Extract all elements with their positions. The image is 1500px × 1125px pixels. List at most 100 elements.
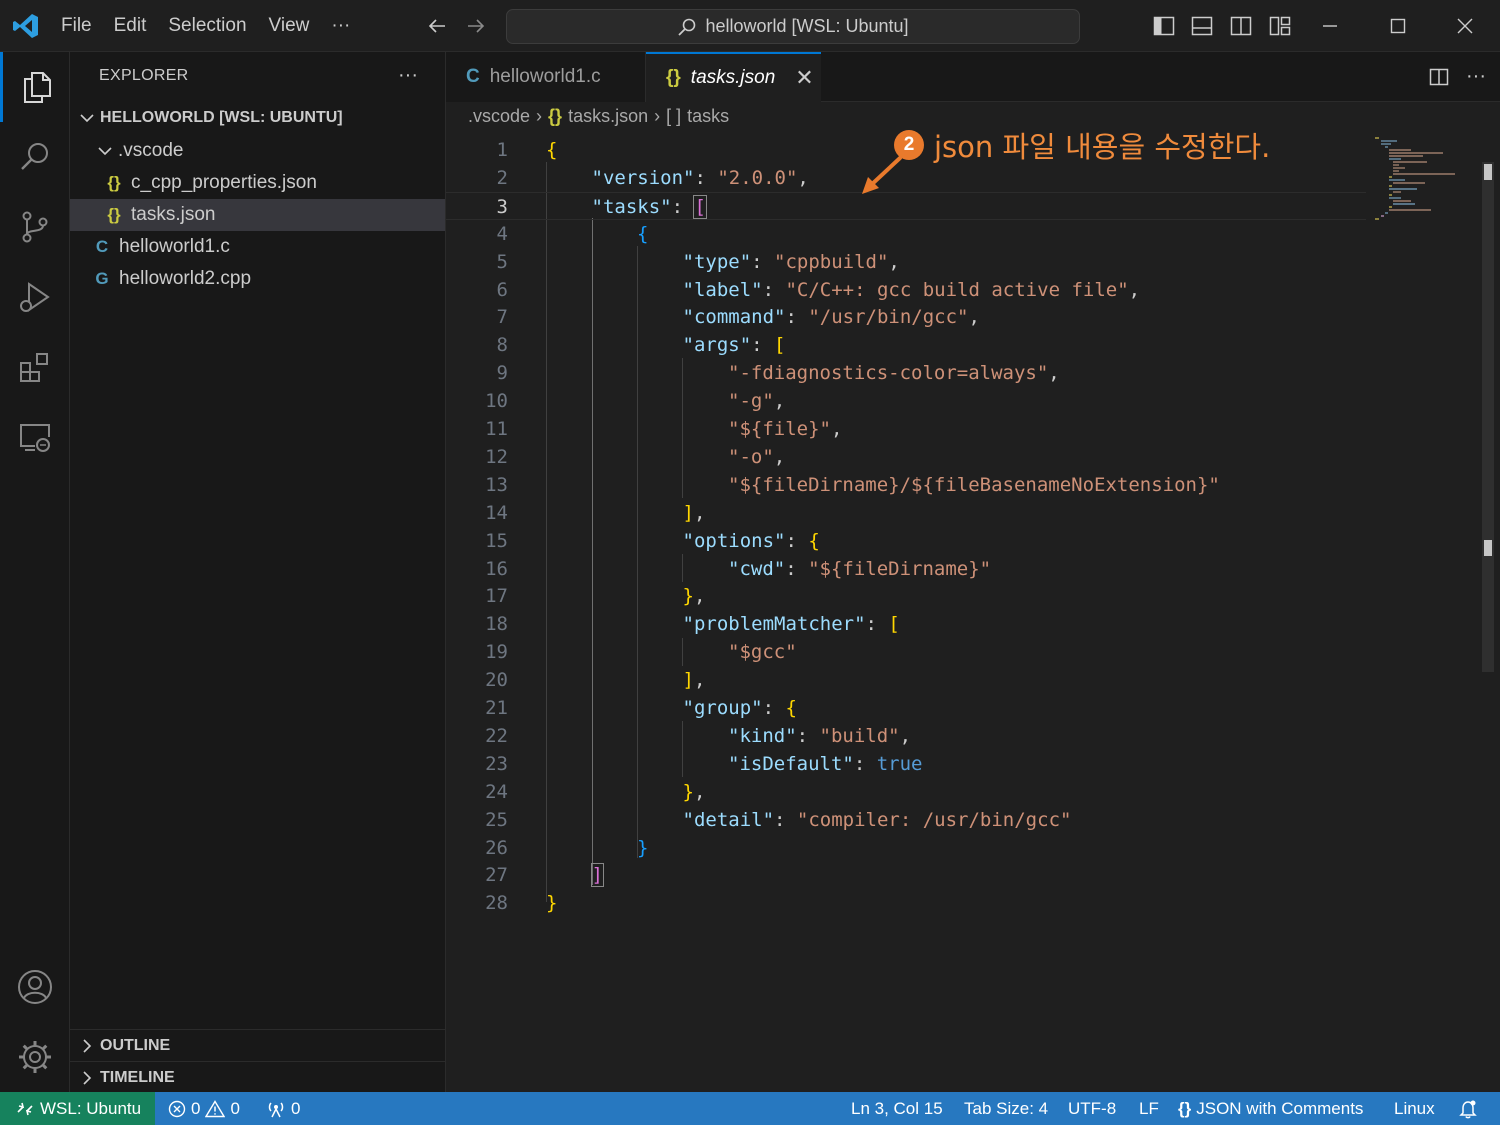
code-line[interactable]: 25 "detail": "compiler: /usr/bin/gcc"	[446, 806, 1366, 834]
code-text: "tasks": [	[591, 194, 707, 219]
extensions-icon[interactable]	[0, 332, 70, 402]
code-line[interactable]: 12 "-o",	[446, 443, 1366, 471]
account-icon[interactable]	[0, 952, 70, 1022]
chevron-right-icon: ›	[654, 106, 661, 126]
source-control-icon[interactable]	[0, 192, 70, 262]
forward-arrow-icon[interactable]	[464, 14, 488, 38]
code-line[interactable]: 4{	[446, 220, 1366, 248]
editor-scrollbar[interactable]	[1482, 162, 1494, 672]
close-window-icon[interactable]	[1449, 10, 1481, 42]
run-debug-icon[interactable]	[0, 262, 70, 332]
search-icon[interactable]	[0, 122, 70, 192]
menu-selection[interactable]: Selection	[157, 9, 257, 43]
code-line[interactable]: 18 "problemMatcher": [	[446, 610, 1366, 638]
remote-explorer-icon[interactable]	[0, 402, 70, 472]
code-line[interactable]: 17},	[446, 582, 1366, 610]
maximize-icon[interactable]	[1382, 10, 1414, 42]
workspace-root[interactable]: HELLOWORLD [WSL: UBUNTU]	[70, 102, 445, 134]
outline-section[interactable]: OUTLINE	[70, 1029, 445, 1061]
tab-size[interactable]: Tab Size: 4	[964, 1092, 1048, 1125]
tree-file-helloworld2-cpp[interactable]: G helloworld2.cpp	[70, 263, 445, 295]
menu-edit[interactable]: Edit	[103, 9, 158, 43]
code-text: "kind": "build",	[728, 724, 912, 747]
close-tab-icon[interactable]: ✕	[795, 65, 813, 91]
toggle-panel-icon[interactable]	[1190, 14, 1214, 38]
code-line[interactable]: 28}	[446, 889, 1366, 917]
command-center-label: helloworld [WSL: Ubuntu]	[705, 16, 909, 36]
explorer-more-actions[interactable]: ···	[398, 64, 418, 87]
code-line[interactable]: 24},	[446, 778, 1366, 806]
menu-file[interactable]: File	[50, 9, 103, 43]
code-line[interactable]: 3 "tasks": [	[446, 191, 1366, 220]
timeline-section[interactable]: TIMELINE	[70, 1061, 445, 1093]
code-line[interactable]: 21 "group": {	[446, 694, 1366, 722]
code-line[interactable]: 13 "${fileDirname}/${fileBasenameNoExtens…	[446, 471, 1366, 499]
code-line[interactable]: 15 "options": {	[446, 527, 1366, 555]
code-line[interactable]: 19 "$gcc"	[446, 638, 1366, 666]
line-number: 18	[485, 613, 508, 636]
code-line[interactable]: 10 "-g",	[446, 387, 1366, 415]
tab-helloworld1-c[interactable]: C helloworld1.c	[446, 52, 646, 102]
tab-label: tasks.json	[690, 67, 776, 88]
tab-tasks-json[interactable]: {} tasks.json ✕	[646, 52, 821, 102]
breadcrumb-file[interactable]: tasks.json	[568, 106, 648, 127]
command-center-search[interactable]: helloworld [WSL: Ubuntu]	[506, 9, 1080, 44]
notifications-bell-icon[interactable]	[1458, 1092, 1478, 1125]
ports-indicator[interactable]: 0	[266, 1092, 300, 1125]
encoding[interactable]: UTF-8	[1068, 1092, 1116, 1125]
code-line[interactable]: 14],	[446, 499, 1366, 527]
code-line[interactable]: 8 "args": [	[446, 331, 1366, 359]
line-number: 20	[485, 669, 508, 692]
code-text: "-g",	[728, 390, 786, 413]
code-line[interactable]: 26}	[446, 834, 1366, 862]
breadcrumb-folder[interactable]: .vscode	[468, 106, 530, 127]
back-arrow-icon[interactable]	[425, 14, 449, 38]
minimap[interactable]	[1371, 132, 1481, 222]
remote-indicator[interactable]: WSL: Ubuntu	[0, 1092, 155, 1125]
breadcrumb-symbol[interactable]: tasks	[687, 106, 729, 127]
toggle-primary-sidebar-icon[interactable]	[1152, 14, 1176, 38]
chevron-down-icon	[98, 147, 112, 156]
line-number: 5	[496, 250, 508, 273]
settings-gear-icon[interactable]	[0, 1022, 70, 1092]
menu-view[interactable]: View	[258, 9, 321, 43]
code-line[interactable]: 5 "type": "cppbuild",	[446, 248, 1366, 276]
toggle-secondary-sidebar-icon[interactable]	[1229, 14, 1253, 38]
code-line[interactable]: 27]	[446, 861, 1366, 889]
explorer-icon[interactable]	[0, 52, 70, 122]
code-line[interactable]: 23 "isDefault": true	[446, 750, 1366, 778]
tree-file-helloworld1-c[interactable]: C helloworld1.c	[70, 231, 445, 263]
c-file-icon: C	[466, 66, 480, 87]
platform[interactable]: Linux	[1394, 1092, 1435, 1125]
split-editor-icon[interactable]	[1428, 66, 1450, 88]
end-of-line[interactable]: LF	[1139, 1092, 1159, 1125]
menu-more[interactable]: ···	[320, 9, 361, 43]
code-line[interactable]: 11 "${file}",	[446, 415, 1366, 443]
json-language-icon: {}	[1178, 1098, 1192, 1118]
tree-folder-vscode[interactable]: .vscode	[70, 135, 445, 167]
ports-count: 0	[291, 1098, 301, 1118]
line-number: 22	[485, 724, 508, 747]
language-mode[interactable]: {} JSON with Comments	[1178, 1092, 1363, 1125]
customize-layout-icon[interactable]	[1268, 14, 1292, 38]
code-line[interactable]: 6 "label": "C/C++: gcc build active file"…	[446, 276, 1366, 304]
tree-file-c-cpp-properties[interactable]: {} c_cpp_properties.json	[70, 167, 445, 199]
more-actions-icon[interactable]: ···	[1466, 65, 1486, 88]
code-line[interactable]: 20],	[446, 666, 1366, 694]
line-number: 4	[496, 222, 508, 245]
code-text: "detail": "compiler: /usr/bin/gcc"	[682, 808, 1072, 831]
minimize-icon[interactable]	[1314, 10, 1346, 42]
problems-indicator[interactable]: 0 0	[168, 1092, 240, 1125]
code-line[interactable]: 2 "version": "2.0.0",	[446, 164, 1366, 192]
code-line[interactable]: 22 "kind": "build",	[446, 722, 1366, 750]
line-number: 12	[485, 445, 508, 468]
code-line[interactable]: 16 "cwd": "${fileDirname}"	[446, 555, 1366, 583]
outline-label: OUTLINE	[100, 1036, 171, 1054]
scrollbar-cursor-marker	[1484, 164, 1492, 180]
tree-file-tasks-json[interactable]: {} tasks.json	[70, 199, 445, 231]
cursor-position[interactable]: Ln 3, Col 15	[851, 1092, 943, 1125]
code-text: "-fdiagnostics-color=always",	[728, 362, 1060, 385]
code-line[interactable]: 9 "-fdiagnostics-color=always",	[446, 359, 1366, 387]
code-text: "options": {	[682, 529, 820, 552]
code-line[interactable]: 7 "command": "/usr/bin/gcc",	[446, 303, 1366, 331]
